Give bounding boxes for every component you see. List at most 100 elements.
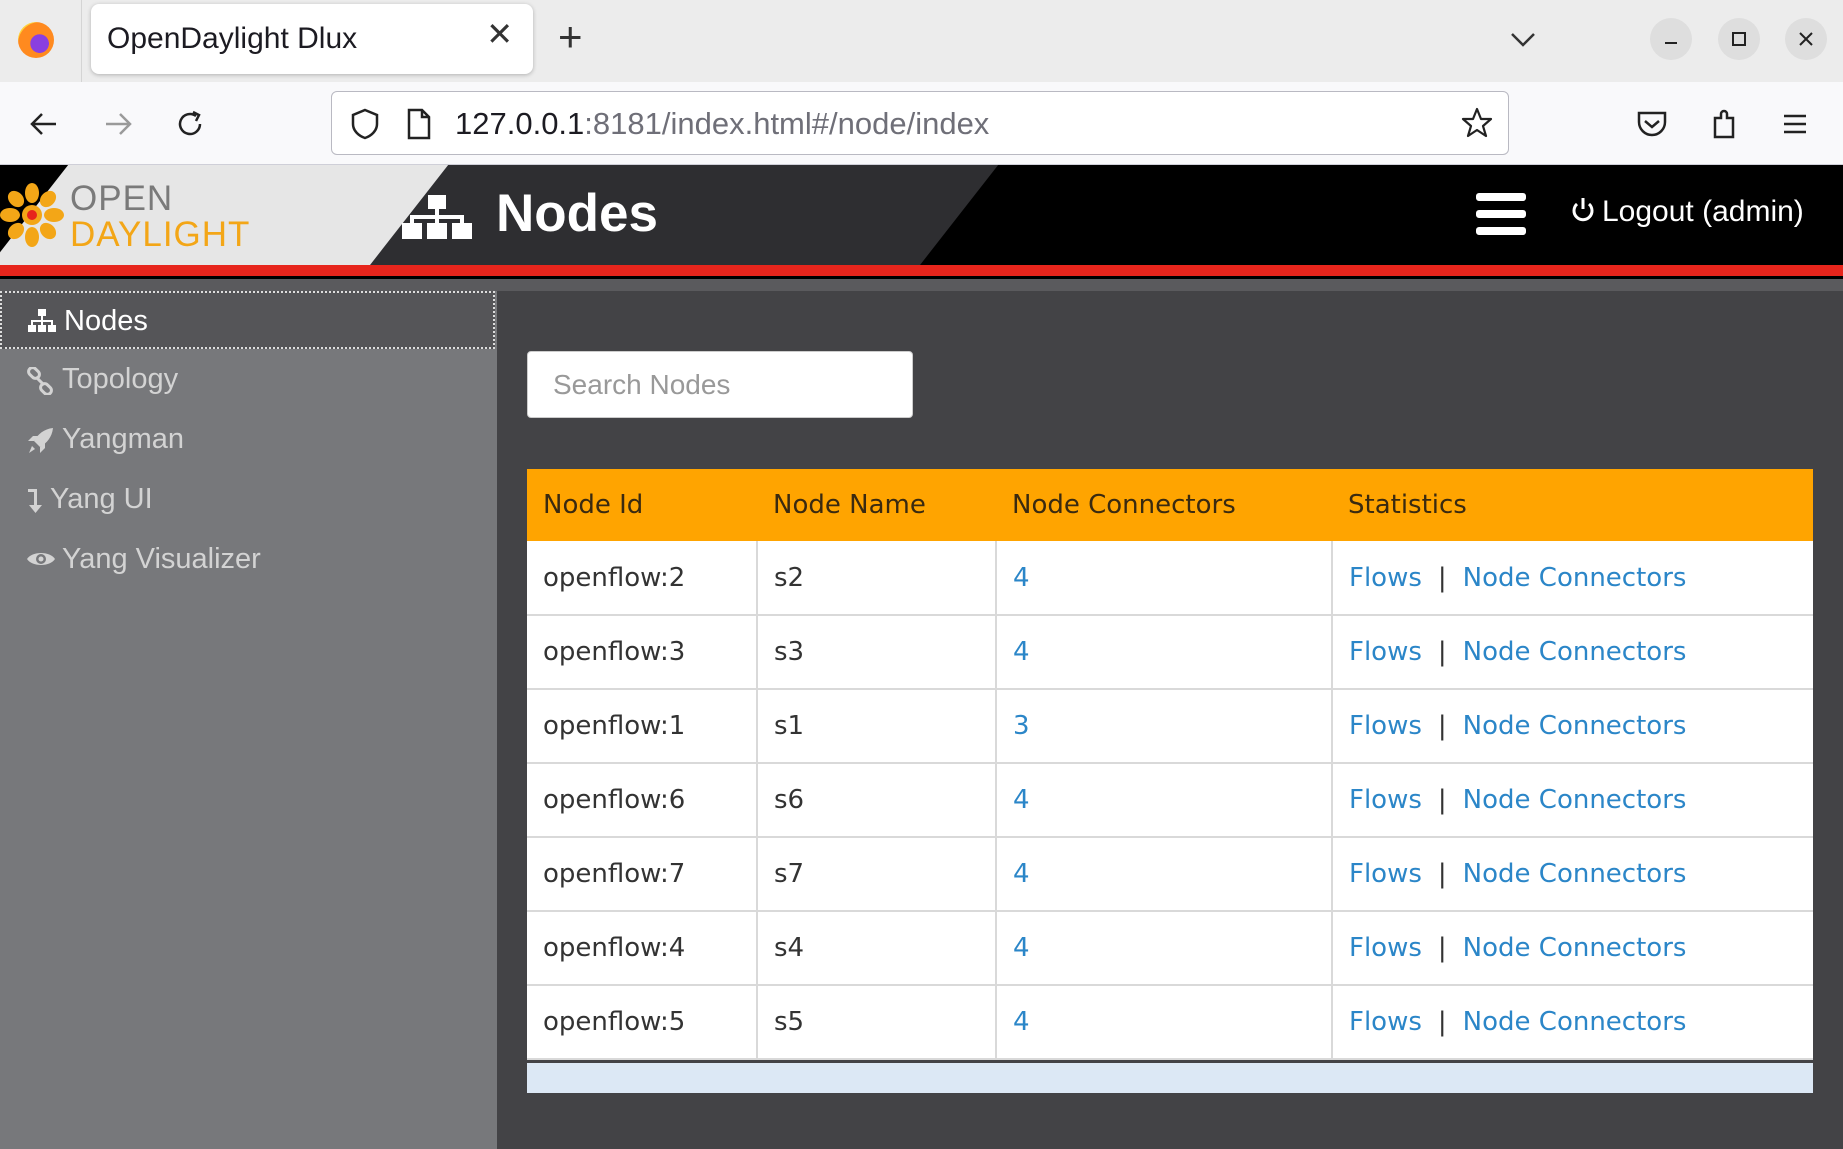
node-connectors-link[interactable]: Node Connectors <box>1463 785 1687 815</box>
tab-divider <box>81 0 82 82</box>
table-row: openflow:5 s5 4 Flows | Node Connectors <box>527 985 1813 1060</box>
column-header-node-id[interactable]: Node Id <box>527 469 757 541</box>
browser-nav-bar: 127.0.0.1:8181/index.html#/node/index <box>0 82 1843 165</box>
node-id-cell: openflow:2 <box>527 541 758 616</box>
chevron-down-icon[interactable] <box>1506 22 1540 56</box>
forward-arrow-icon[interactable] <box>98 104 138 144</box>
table-header-row: Node Id Node Name Node Connectors Statis… <box>527 469 1813 541</box>
node-connectors-link[interactable]: Node Connectors <box>1463 637 1687 667</box>
pocket-icon[interactable] <box>1632 104 1672 144</box>
flows-link[interactable]: Flows <box>1349 711 1422 741</box>
link-separator: | <box>1437 785 1447 815</box>
flows-link[interactable]: Flows <box>1349 637 1422 667</box>
node-name-cell: s4 <box>757 911 997 986</box>
column-header-statistics[interactable]: Statistics <box>1332 469 1813 541</box>
column-header-node-connectors[interactable]: Node Connectors <box>996 469 1332 541</box>
back-arrow-icon[interactable] <box>24 104 64 144</box>
minimize-button[interactable] <box>1650 18 1692 60</box>
node-name-cell: s2 <box>757 541 997 616</box>
node-connectors-count-link[interactable]: 4 <box>1013 785 1030 815</box>
sidebar-item-yang-visualizer[interactable]: Yang Visualizer <box>0 531 497 589</box>
table-row: openflow:3 s3 4 Flows | Node Connectors <box>527 615 1813 690</box>
column-header-node-name[interactable]: Node Name <box>757 469 996 541</box>
logo-text-daylight: DAYLIGHT <box>70 215 251 254</box>
statistics-cell: Flows | Node Connectors <box>1332 615 1813 690</box>
sidebar-item-yangman[interactable]: Yangman <box>0 411 497 469</box>
sidebar-item-yang-ui[interactable]: Yang UI <box>0 471 497 529</box>
node-name-cell: s6 <box>757 763 997 838</box>
node-connectors-count-link[interactable]: 3 <box>1013 711 1030 741</box>
node-connectors-link[interactable]: Node Connectors <box>1463 1007 1687 1037</box>
page-title: Nodes <box>496 184 658 243</box>
new-tab-icon[interactable]: + <box>558 16 583 58</box>
sidebar-item-label: Topology <box>62 363 179 395</box>
statistics-cell: Flows | Node Connectors <box>1332 837 1813 912</box>
header-divider <box>0 279 1843 291</box>
table-row: openflow:4 s4 4 Flows | Node Connectors <box>527 911 1813 986</box>
node-name-cell: s7 <box>757 837 997 912</box>
node-connectors-link[interactable]: Node Connectors <box>1463 711 1687 741</box>
bookmark-star-icon[interactable] <box>1460 106 1494 140</box>
rocket-icon <box>28 428 53 453</box>
node-connectors-count-link[interactable]: 4 <box>1013 1007 1030 1037</box>
firefox-icon[interactable] <box>18 22 54 58</box>
statistics-cell: Flows | Node Connectors <box>1332 985 1813 1060</box>
level-down-icon <box>28 489 42 513</box>
statistics-cell: Flows | Node Connectors <box>1332 689 1813 764</box>
node-connectors-cell: 4 <box>996 837 1333 912</box>
maximize-button[interactable] <box>1718 18 1760 60</box>
logo-text-open: OPEN <box>70 179 174 218</box>
reload-icon[interactable] <box>170 104 210 144</box>
node-connectors-cell: 4 <box>996 911 1333 986</box>
flows-link[interactable]: Flows <box>1349 1007 1422 1037</box>
node-connectors-link[interactable]: Node Connectors <box>1463 563 1687 593</box>
browser-tab-bar: OpenDaylight Dlux ✕ + <box>0 0 1843 82</box>
app-menu-toggle-icon[interactable] <box>1476 193 1526 235</box>
flows-link[interactable]: Flows <box>1349 859 1422 889</box>
close-tab-icon[interactable]: ✕ <box>486 18 513 50</box>
node-id-cell: openflow:1 <box>527 689 758 764</box>
eye-icon <box>27 553 55 565</box>
flows-link[interactable]: Flows <box>1349 785 1422 815</box>
sidebar-item-nodes[interactable]: Nodes <box>0 291 495 349</box>
link-separator: | <box>1437 859 1447 889</box>
flows-link[interactable]: Flows <box>1349 563 1422 593</box>
node-connectors-count-link[interactable]: 4 <box>1013 563 1030 593</box>
hamburger-menu-icon[interactable] <box>1775 104 1815 144</box>
node-name-cell: s5 <box>757 985 997 1060</box>
statistics-cell: Flows | Node Connectors <box>1332 911 1813 986</box>
link-separator: | <box>1437 1007 1447 1037</box>
sidebar-item-topology[interactable]: Topology <box>0 351 497 409</box>
logout-label: Logout (admin) <box>1602 195 1804 228</box>
node-connectors-link[interactable]: Node Connectors <box>1463 933 1687 963</box>
address-bar[interactable]: 127.0.0.1:8181/index.html#/node/index <box>331 91 1509 155</box>
search-input[interactable] <box>527 351 913 418</box>
node-connectors-link[interactable]: Node Connectors <box>1463 859 1687 889</box>
url-text[interactable]: 127.0.0.1:8181/index.html#/node/index <box>455 106 989 142</box>
statistics-cell: Flows | Node Connectors <box>1332 541 1813 616</box>
power-icon <box>1572 198 1594 222</box>
tab-title: OpenDaylight Dlux <box>107 22 358 55</box>
shield-icon[interactable] <box>350 108 380 140</box>
sitemap-icon <box>28 309 56 332</box>
link-separator: | <box>1437 933 1447 963</box>
window-close-button[interactable] <box>1785 18 1827 60</box>
browser-tab[interactable]: OpenDaylight Dlux ✕ <box>91 4 533 74</box>
url-host: 127.0.0.1 <box>455 106 585 141</box>
node-connectors-count-link[interactable]: 4 <box>1013 933 1030 963</box>
node-id-cell: openflow:3 <box>527 615 758 690</box>
page-icon[interactable] <box>406 108 432 140</box>
table-row: openflow:7 s7 4 Flows | Node Connectors <box>527 837 1813 912</box>
logout-button[interactable]: Logout (admin) <box>1570 195 1804 229</box>
node-name-cell: s3 <box>757 615 997 690</box>
node-connectors-count-link[interactable]: 4 <box>1013 637 1030 667</box>
flows-link[interactable]: Flows <box>1349 933 1422 963</box>
sidebar-item-label: Nodes <box>64 305 148 337</box>
sidebar-item-label: Yang Visualizer <box>62 543 261 575</box>
sitemap-icon <box>402 195 472 239</box>
header-accent-bar <box>0 265 1843 279</box>
extensions-icon[interactable] <box>1705 104 1745 144</box>
node-connectors-count-link[interactable]: 4 <box>1013 859 1030 889</box>
node-connectors-cell: 4 <box>996 985 1333 1060</box>
nodes-table: Node Id Node Name Node Connectors Statis… <box>527 469 1813 1060</box>
